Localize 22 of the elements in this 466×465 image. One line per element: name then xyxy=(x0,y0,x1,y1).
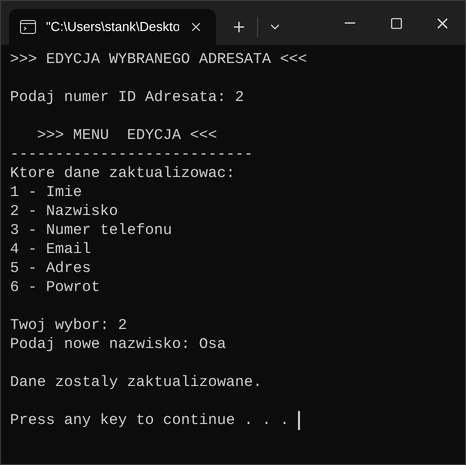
text-cursor xyxy=(298,411,300,430)
maximize-icon[interactable] xyxy=(390,16,402,30)
console-line: Twoj wybor: 2 xyxy=(10,316,128,335)
console-line: Podaj nowe nazwisko: Osa xyxy=(10,335,226,354)
console-line: 1 - Imie xyxy=(10,183,82,202)
console-line: Podaj numer ID Adresata: 2 xyxy=(10,88,244,107)
console-line: 6 - Powrot xyxy=(10,278,100,297)
console-line: Press any key to continue . . . xyxy=(10,411,290,430)
console-line: Ktore dane zaktualizowac: xyxy=(10,164,236,183)
console-line: >>> EDYCJA WYBRANEGO ADRESATA <<< xyxy=(10,50,308,69)
close-tab-icon[interactable] xyxy=(189,20,203,34)
console-line: Dane zostaly zaktualizowane. xyxy=(10,373,262,392)
new-tab-icon[interactable] xyxy=(231,19,247,35)
console-line: 2 - Nazwisko xyxy=(10,202,118,221)
console-line: >>> MENU EDYCJA <<< xyxy=(36,126,218,145)
terminal-tab[interactable]: "C:\Users\stank\Deskto xyxy=(9,9,216,45)
terminal-icon xyxy=(20,20,36,34)
console-line: 4 - Email xyxy=(10,240,92,259)
console-line: 5 - Adres xyxy=(10,259,92,278)
console-line: --------------------------- xyxy=(10,145,254,164)
tab-title: "C:\Users\stank\Deskto xyxy=(46,18,179,36)
console-line: 3 - Numer telefonu xyxy=(10,221,172,240)
